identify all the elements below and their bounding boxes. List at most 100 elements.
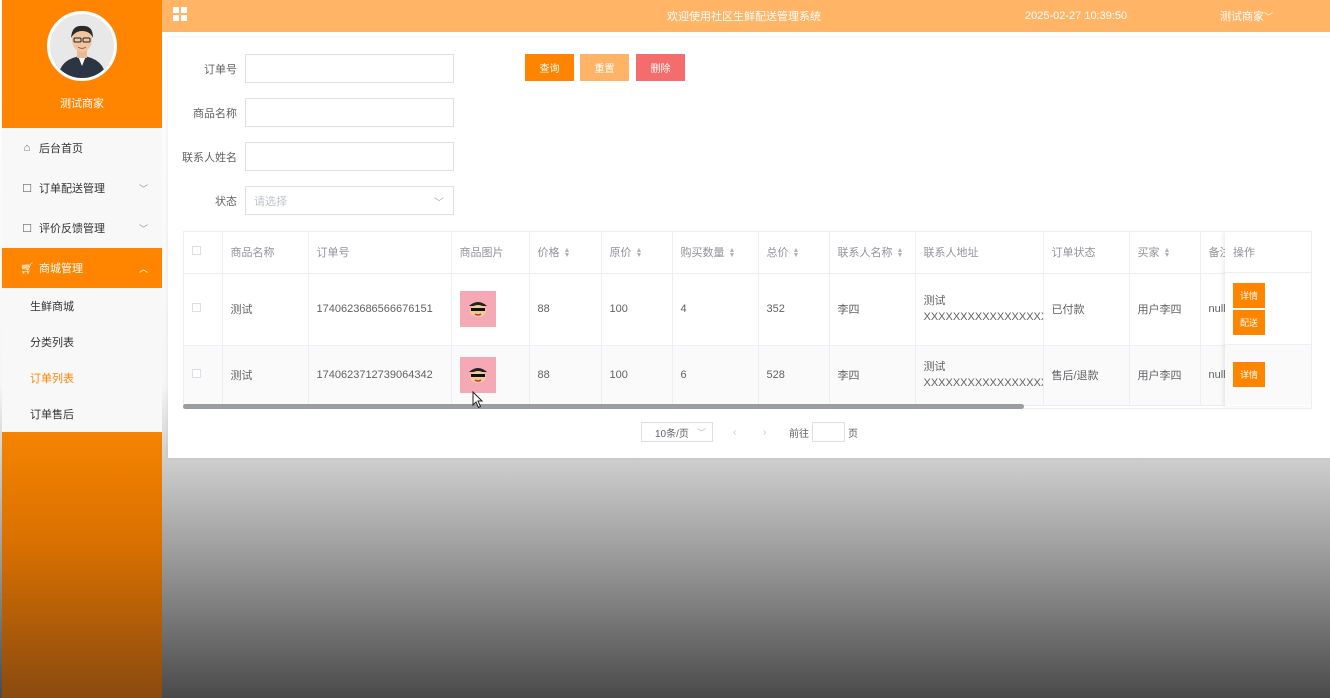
cell-product-image (451, 273, 530, 346)
horizontal-scrollbar[interactable] (183, 404, 1024, 409)
sidebar-item-feedback[interactable]: ☐ 评价反馈管理 ﹀ (2, 208, 162, 248)
contact-name-input[interactable] (245, 142, 454, 171)
sidebar-item-home[interactable]: ⌂ 后台首页 (2, 128, 162, 168)
sidebar: 测试商家 ⌂ 后台首页 ☐ 订单配送管理 ﹀ ☐ 评价反馈管理 ﹀ 🛒︎ 商城管… (2, 0, 162, 698)
col-buyer[interactable]: 买家 ▲ ▼ (1129, 232, 1201, 274)
page-suffix: 页 (848, 428, 858, 440)
col-buyer-label: 买家 (1137, 247, 1160, 260)
sidebar-subitem-after-sales[interactable]: 订单售后 (2, 396, 162, 432)
mouse-cursor-icon (472, 391, 484, 409)
cart-icon: 🛒︎ (20, 262, 34, 275)
col-total[interactable]: 总价 ▲ ▼ (758, 232, 830, 274)
chevron-down-icon: ﹀ (696, 427, 706, 438)
cell-total: 352 (758, 273, 830, 346)
sidebar-subitem-order-list[interactable]: 订单列表 (2, 360, 162, 396)
cell-total: 528 (758, 345, 830, 406)
cell-contact-address: 测试XXXXXXXXXXXXXXXXXXXXXXXXXX (915, 345, 1044, 406)
product-name-label: 商品名称 (193, 107, 237, 120)
user-dropdown[interactable]: 测试商家﹀ (1220, 8, 1273, 24)
sort-icon[interactable]: ▲ ▼ (1164, 247, 1171, 259)
goto-page-input[interactable] (812, 422, 845, 442)
avatar[interactable] (47, 11, 117, 81)
page-size-select[interactable]: 10条/页 ﹀ (641, 422, 713, 442)
row-checkbox[interactable] (192, 369, 201, 378)
cell-order-status: 已付款 (1043, 273, 1130, 346)
sidebar-subitem-fresh-mall[interactable]: 生鲜商城 (2, 288, 162, 324)
sidebar-item-mall[interactable]: 🛒︎ 商城管理 ︿ (2, 248, 162, 288)
query-button[interactable]: 查询 (525, 54, 574, 81)
cell-contact-name: 李四 (829, 345, 916, 406)
col-actions: 操作 (1225, 232, 1311, 273)
cartoon-face-icon (468, 368, 487, 383)
sidebar-item-label: 后台首页 (39, 143, 83, 155)
col-quantity[interactable]: 购买数量 ▲ ▼ (672, 232, 759, 274)
product-thumbnail[interactable] (459, 357, 496, 393)
chevron-down-icon: ﹀ (138, 183, 148, 194)
chevron-up-icon: ︿ (138, 263, 148, 274)
prev-page-icon[interactable]: ‹ (733, 427, 743, 438)
status-placeholder: 请选择 (254, 195, 287, 208)
col-total-label: 总价 (766, 247, 789, 260)
select-all-cell (184, 232, 223, 274)
sort-icon[interactable]: ▲ ▼ (793, 247, 800, 259)
contact-name-row: 联系人姓名 (168, 142, 454, 171)
product-name-input[interactable] (245, 98, 454, 127)
col-contact-name[interactable]: 联系人名称 ▲ ▼ (829, 232, 916, 274)
delete-button[interactable]: 删除 (636, 54, 685, 81)
chevron-down-icon: ﹀ (434, 198, 444, 209)
deliver-button[interactable]: 配送 (1233, 310, 1265, 335)
col-original-price-label: 原价 (609, 247, 632, 260)
sort-icon[interactable]: ▲ ▼ (636, 247, 643, 259)
order-no-label: 订单号 (204, 63, 237, 76)
content-card: 订单号 商品名称 联系人姓名 状态 请选择 ﹀ 查询 重置 删除 商品名称 订单… (168, 38, 1330, 458)
chevron-down-icon: ﹀ (138, 223, 148, 234)
cell-buyer: 用户李四 (1129, 273, 1201, 346)
order-no-input[interactable] (245, 54, 454, 83)
home-icon: ⌂ (23, 142, 31, 154)
avatar-portrait-icon (50, 14, 114, 78)
col-quantity-label: 购买数量 (680, 247, 725, 260)
col-product-name: 商品名称 (222, 232, 309, 274)
row-checkbox[interactable] (192, 303, 201, 312)
sort-icon[interactable]: ▲ ▼ (729, 247, 736, 259)
col-original-price[interactable]: 原价 ▲ ▼ (601, 232, 673, 274)
cell-order-no: 1740623686566676151 (308, 273, 452, 346)
cell-product-image (451, 345, 530, 406)
goto-label: 前往 (789, 428, 809, 440)
detail-button[interactable]: 详情 (1233, 362, 1265, 387)
page-size-value: 10条/页 (655, 428, 689, 440)
col-order-no: 订单号 (308, 232, 452, 274)
table-row: 测试 1740623686566676151 88 100 4 352 李四 测… (184, 273, 1311, 346)
select-all-checkbox[interactable] (192, 246, 201, 256)
product-thumbnail[interactable] (459, 291, 496, 327)
fixed-actions-column: 操作 详情 配送 详情 (1225, 232, 1311, 406)
cell-price: 88 (529, 345, 602, 406)
sidebar-item-label: 商城管理 (39, 263, 83, 275)
sort-icon[interactable]: ▲ ▼ (897, 247, 904, 259)
menu-grid-icon[interactable] (173, 7, 187, 21)
cell-price: 88 (529, 273, 602, 346)
table-header-row: 商品名称 订单号 商品图片 价格 ▲ ▼ 原价 ▲ ▼ 购买数量 ▲ ▼ 总价 ▲ ▼ 联系人名… (184, 232, 1311, 274)
cell-quantity: 4 (672, 273, 759, 346)
status-row: 状态 请选择 ﹀ (168, 186, 454, 215)
reset-button[interactable]: 重置 (580, 54, 629, 81)
next-page-icon[interactable]: › (763, 427, 773, 438)
row-actions: 详情 (1225, 345, 1311, 405)
orders-table: 商品名称 订单号 商品图片 价格 ▲ ▼ 原价 ▲ ▼ 购买数量 ▲ ▼ 总价 ▲ ▼ 联系人名… (183, 231, 1312, 409)
cell-contact-address: 测试XXXXXXXXXXXXXXXXXXXXXXXXXX (915, 273, 1044, 346)
cell-buyer: 用户李四 (1129, 345, 1201, 406)
col-contact-address: 联系人地址 (915, 232, 1044, 274)
profile-panel: 测试商家 (2, 0, 162, 128)
sidebar-subitem-category-list[interactable]: 分类列表 (2, 324, 162, 360)
sort-icon[interactable]: ▲ ▼ (564, 247, 571, 259)
current-datetime: 2025-02-27 10:39:50 (1025, 10, 1128, 22)
sidebar-item-delivery[interactable]: ☐ 订单配送管理 ﹀ (2, 168, 162, 208)
col-order-status: 订单状态 (1043, 232, 1130, 274)
col-price[interactable]: 价格 ▲ ▼ (529, 232, 602, 274)
status-select[interactable]: 请选择 ﹀ (245, 186, 454, 215)
top-bar: 欢迎使用社区生鲜配送管理系统 2025-02-27 10:39:50 测试商家﹀ (162, 0, 1330, 32)
table-row: 测试 1740623712739064342 88 100 6 528 李四 测… (184, 345, 1311, 406)
status-label: 状态 (215, 195, 237, 208)
col-product-image: 商品图片 (451, 232, 530, 274)
detail-button[interactable]: 详情 (1233, 283, 1265, 308)
